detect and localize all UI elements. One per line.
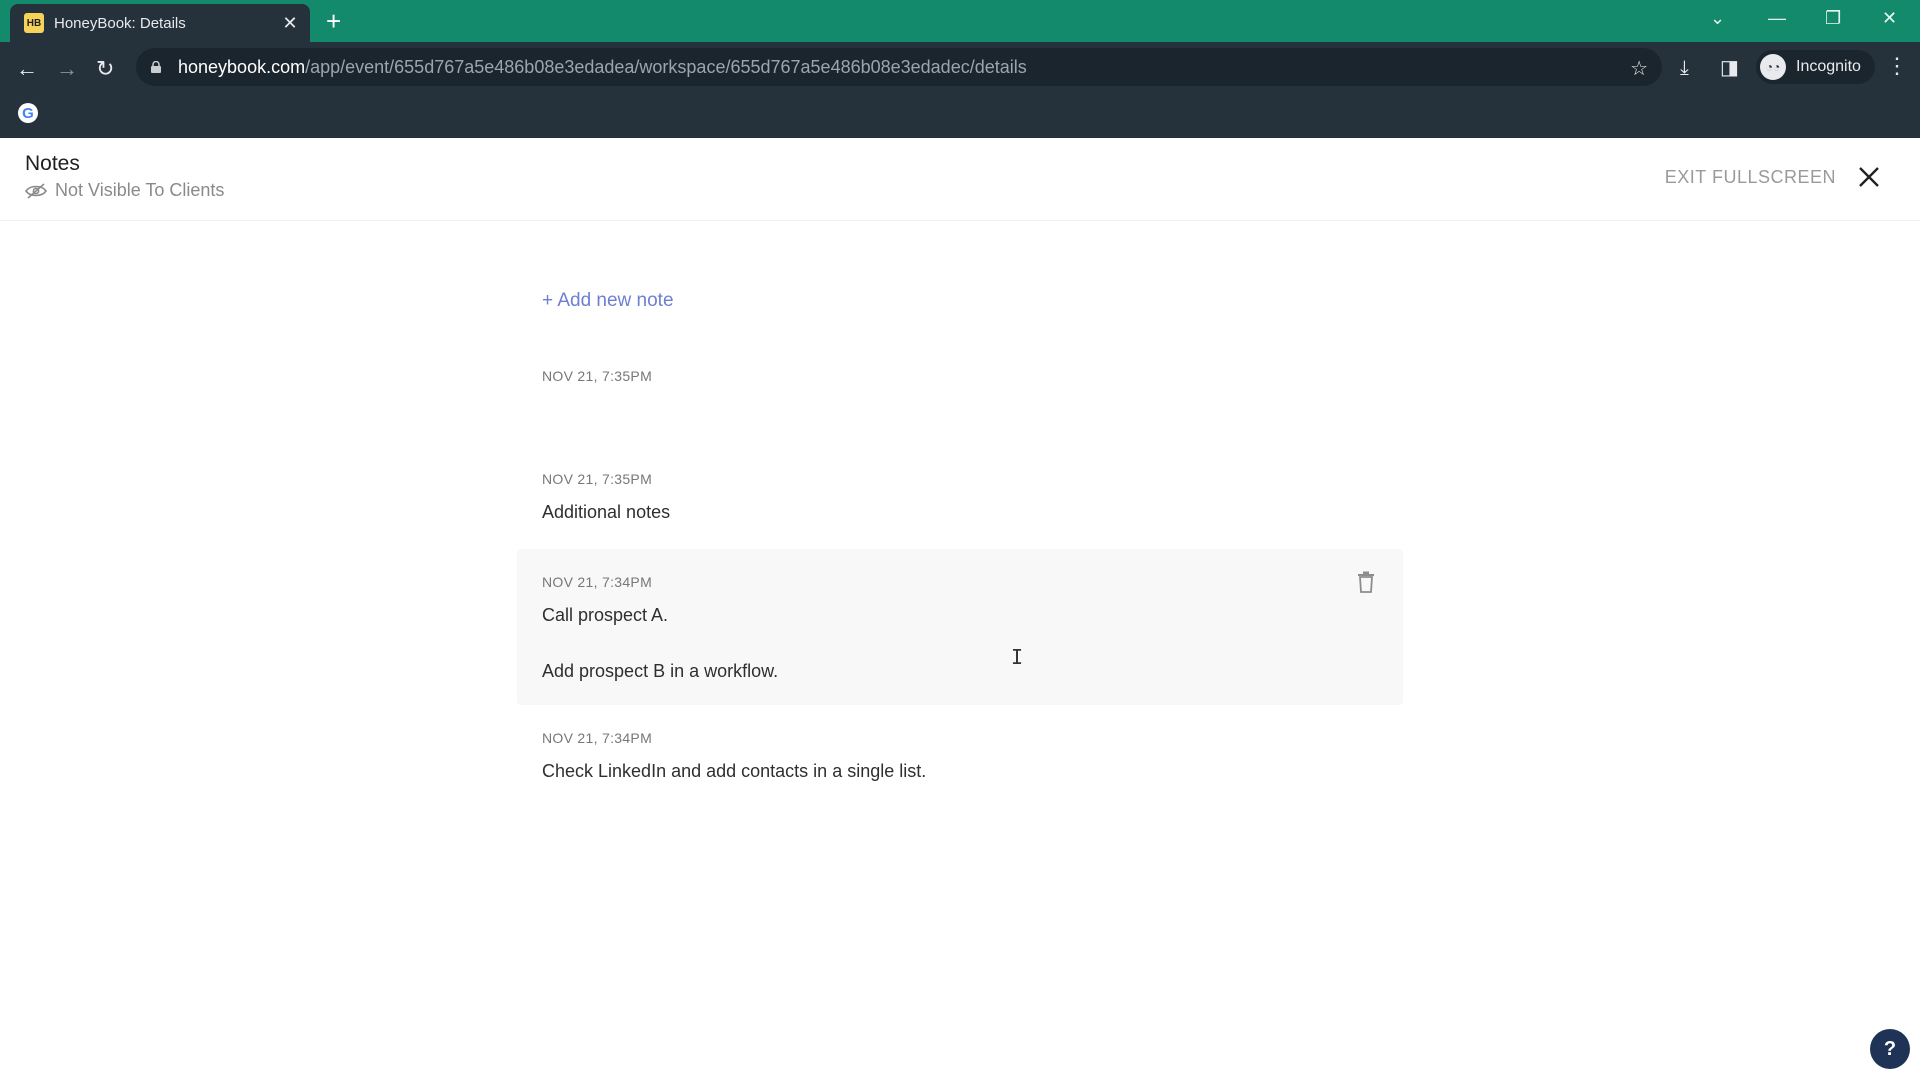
notes-header: Notes Not Visible To Clients EXIT FULLSC… — [0, 138, 1920, 221]
incognito-icon: ◔◔ — [1760, 54, 1786, 80]
reload-icon[interactable]: ↻ — [96, 56, 114, 82]
trash-icon[interactable] — [1357, 571, 1375, 593]
tab-search-icon[interactable]: ⌄ — [1710, 6, 1725, 30]
window-close-icon[interactable]: ✕ — [1882, 6, 1897, 30]
bookmark-star-icon[interactable]: ☆ — [1630, 56, 1648, 81]
google-bookmark-icon[interactable]: G — [18, 103, 38, 123]
eye-slash-icon — [25, 182, 47, 199]
lock-icon — [151, 61, 161, 73]
note-date: NOV 21, 7:34PM — [542, 730, 653, 746]
address-bar[interactable]: honeybook.com/app/event/655d767a5e486b08… — [136, 48, 1662, 86]
download-icon[interactable]: ⤓ — [1680, 56, 1689, 80]
note-item[interactable]: NOV 21, 7:34PM Call prospect A. Add pros… — [517, 549, 1403, 705]
note-text: Check LinkedIn and add contacts in a sin… — [542, 761, 927, 781]
note-text: Add prospect B in a workflow. — [542, 661, 779, 681]
incognito-profile-button[interactable]: ◔◔ Incognito — [1756, 50, 1875, 84]
note-item[interactable]: NOV 21, 7:35PM — [517, 368, 1403, 408]
restore-icon[interactable]: ❐ — [1825, 6, 1841, 30]
minimize-icon[interactable]: — — [1768, 6, 1786, 30]
close-icon — [1859, 167, 1879, 187]
exit-fullscreen-label: EXIT FULLSCREEN — [1664, 166, 1836, 187]
note-text: Call prospect A. — [542, 605, 669, 625]
help-button[interactable]: ? — [1870, 1029, 1910, 1069]
tab-close-icon[interactable]: ✕ — [280, 13, 300, 34]
side-panel-icon[interactable]: ◨ — [1720, 56, 1739, 80]
note-date: NOV 21, 7:35PM — [542, 471, 653, 487]
note-item[interactable]: NOV 21, 7:34PM Check LinkedIn and add co… — [517, 730, 1403, 790]
add-new-note-button[interactable]: + Add new note — [542, 290, 674, 312]
browser-menu-icon[interactable]: ⋮ — [1886, 54, 1908, 78]
new-tab-icon[interactable]: + — [326, 7, 341, 35]
url-text: honeybook.com/app/event/655d767a5e486b08… — [178, 56, 1027, 77]
note-item[interactable]: NOV 21, 7:35PM Additional notes — [517, 471, 1403, 531]
note-text: Additional notes — [542, 502, 671, 522]
profile-label: Incognito — [1796, 58, 1861, 75]
forward-arrow-icon[interactable]: → — [56, 56, 78, 82]
exit-fullscreen-button[interactable]: EXIT FULLSCREEN — [1665, 166, 1880, 188]
tab-title: HoneyBook: Details — [54, 14, 186, 32]
visibility-label: Not Visible To Clients — [55, 180, 225, 200]
browser-tab[interactable]: HB HoneyBook: Details ✕ — [10, 4, 310, 42]
browser-toolbar: ← → ↻ honeybook.com/app/event/655d767a5e… — [0, 42, 1920, 138]
note-date: NOV 21, 7:35PM — [542, 368, 653, 384]
browser-tab-strip: HB HoneyBook: Details ✕ + ⌄ — ❐ ✕ — [0, 0, 1920, 42]
honeybook-favicon-icon: HB — [24, 13, 44, 33]
visibility-indicator: Not Visible To Clients — [25, 180, 224, 201]
page-title: Notes — [25, 152, 80, 175]
text-cursor-icon: I — [1011, 645, 1024, 669]
note-date: NOV 21, 7:34PM — [542, 574, 653, 590]
back-arrow-icon[interactable]: ← — [16, 56, 38, 82]
